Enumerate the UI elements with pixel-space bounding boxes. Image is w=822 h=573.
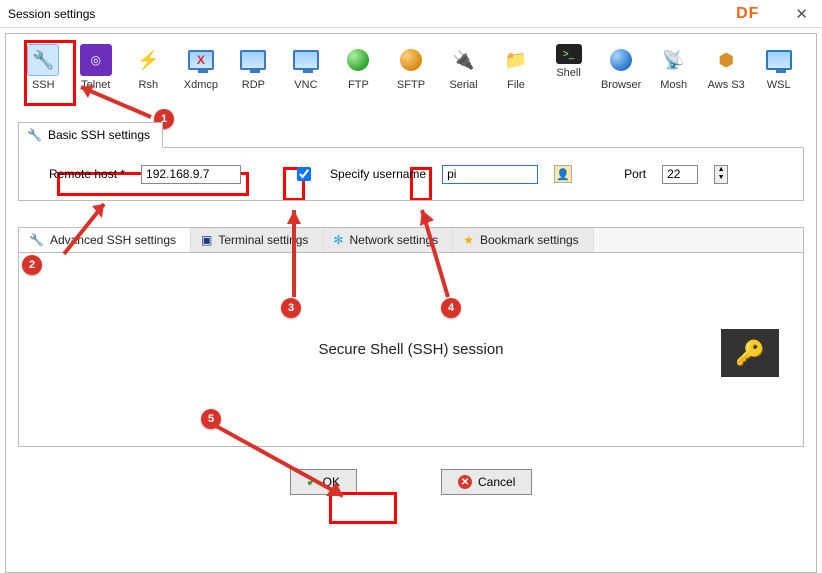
username-input[interactable] — [442, 165, 538, 184]
wsl-icon — [763, 44, 795, 76]
key-icon: 🔑 — [721, 329, 779, 377]
telnet-icon: ◎ — [80, 44, 112, 76]
subtabs: 🔧 Advanced SSH settings ▣ Terminal setti… — [18, 227, 804, 252]
rsh-icon: ⚡ — [132, 44, 164, 76]
session-type-file[interactable]: 📁 File — [495, 44, 538, 91]
rdp-icon — [237, 44, 269, 76]
session-title: Secure Shell (SSH) session — [318, 341, 503, 358]
ok-button[interactable]: ✔ OK — [290, 469, 357, 495]
basic-ssh-tab[interactable]: 🔧 Basic SSH settings — [18, 122, 163, 148]
session-type-rsh[interactable]: ⚡ Rsh — [127, 44, 170, 91]
xdmcp-icon: X — [185, 44, 217, 76]
specify-username-label: Specify username — [330, 167, 426, 181]
remote-host-input[interactable] — [141, 165, 241, 184]
session-type-ftp[interactable]: FTP — [337, 44, 380, 91]
session-type-rdp[interactable]: RDP — [232, 44, 275, 91]
tab-terminal[interactable]: ▣ Terminal settings — [191, 228, 323, 252]
wrench-icon: 🔧 — [27, 128, 42, 142]
cancel-icon: ✕ — [458, 475, 472, 489]
session-type-row: 🔧 SSH ◎ Telnet ⚡ Rsh X Xdmcp RDP VNC FTP — [6, 34, 816, 97]
cancel-button[interactable]: ✕ Cancel — [441, 469, 532, 495]
annotation-badge-4: 4 — [441, 298, 461, 318]
tab-bookmark[interactable]: ★ Bookmark settings — [453, 228, 593, 252]
ok-icon: ✔ — [307, 475, 317, 489]
shell-icon: >_ — [556, 44, 582, 64]
session-type-xdmcp[interactable]: X Xdmcp — [180, 44, 223, 91]
basic-ssh-panel: Remote host * Specify username 👤 Port ▲▼ — [18, 147, 804, 201]
browser-icon — [605, 44, 637, 76]
annotation-badge-3: 3 — [281, 298, 301, 318]
annotation-badge-2: 2 — [22, 255, 42, 275]
basic-ssh-tab-label: Basic SSH settings — [48, 128, 150, 142]
titlebar: Session settings DF ✕ — [0, 0, 822, 28]
session-type-awss3[interactable]: ⬢ Aws S3 — [705, 44, 748, 91]
wrench-icon: 🔧 — [29, 233, 44, 247]
session-type-ssh[interactable]: 🔧 SSH — [22, 44, 65, 91]
specify-username-checkbox[interactable] — [297, 167, 311, 181]
terminal-icon: ▣ — [201, 233, 212, 247]
mosh-icon: 📡 — [658, 44, 690, 76]
window-title: Session settings — [8, 7, 95, 21]
serial-icon: 🔌 — [448, 44, 480, 76]
session-type-browser[interactable]: Browser — [600, 44, 643, 91]
session-type-wsl[interactable]: WSL — [757, 44, 800, 91]
watermark: DF — [736, 5, 759, 23]
ftp-icon — [342, 44, 374, 76]
port-spinner[interactable]: ▲▼ — [714, 165, 728, 184]
file-icon: 📁 — [500, 44, 532, 76]
awss3-icon: ⬢ — [710, 44, 742, 76]
port-input[interactable] — [662, 165, 698, 184]
session-type-mosh[interactable]: 📡 Mosh — [652, 44, 695, 91]
session-type-telnet[interactable]: ◎ Telnet — [75, 44, 118, 91]
sftp-icon — [395, 44, 427, 76]
session-type-serial[interactable]: 🔌 Serial — [442, 44, 485, 91]
annotation-badge-5: 5 — [201, 409, 221, 429]
star-icon: ★ — [463, 233, 474, 247]
vnc-icon — [290, 44, 322, 76]
session-type-sftp[interactable]: SFTP — [390, 44, 433, 91]
session-type-vnc[interactable]: VNC — [285, 44, 328, 91]
ssh-icon: 🔧 — [27, 44, 59, 76]
session-type-shell[interactable]: >_ Shell — [547, 44, 590, 91]
network-icon: ✻ — [333, 233, 343, 247]
remote-host-label: Remote host * — [49, 167, 125, 181]
port-label: Port — [624, 167, 646, 181]
user-lookup-icon[interactable]: 👤 — [554, 165, 572, 183]
tab-network[interactable]: ✻ Network settings — [323, 228, 453, 252]
close-icon[interactable]: ✕ — [789, 5, 814, 23]
content-panel: Secure Shell (SSH) session 🔑 — [18, 252, 804, 447]
tab-advanced-ssh[interactable]: 🔧 Advanced SSH settings — [19, 228, 191, 252]
